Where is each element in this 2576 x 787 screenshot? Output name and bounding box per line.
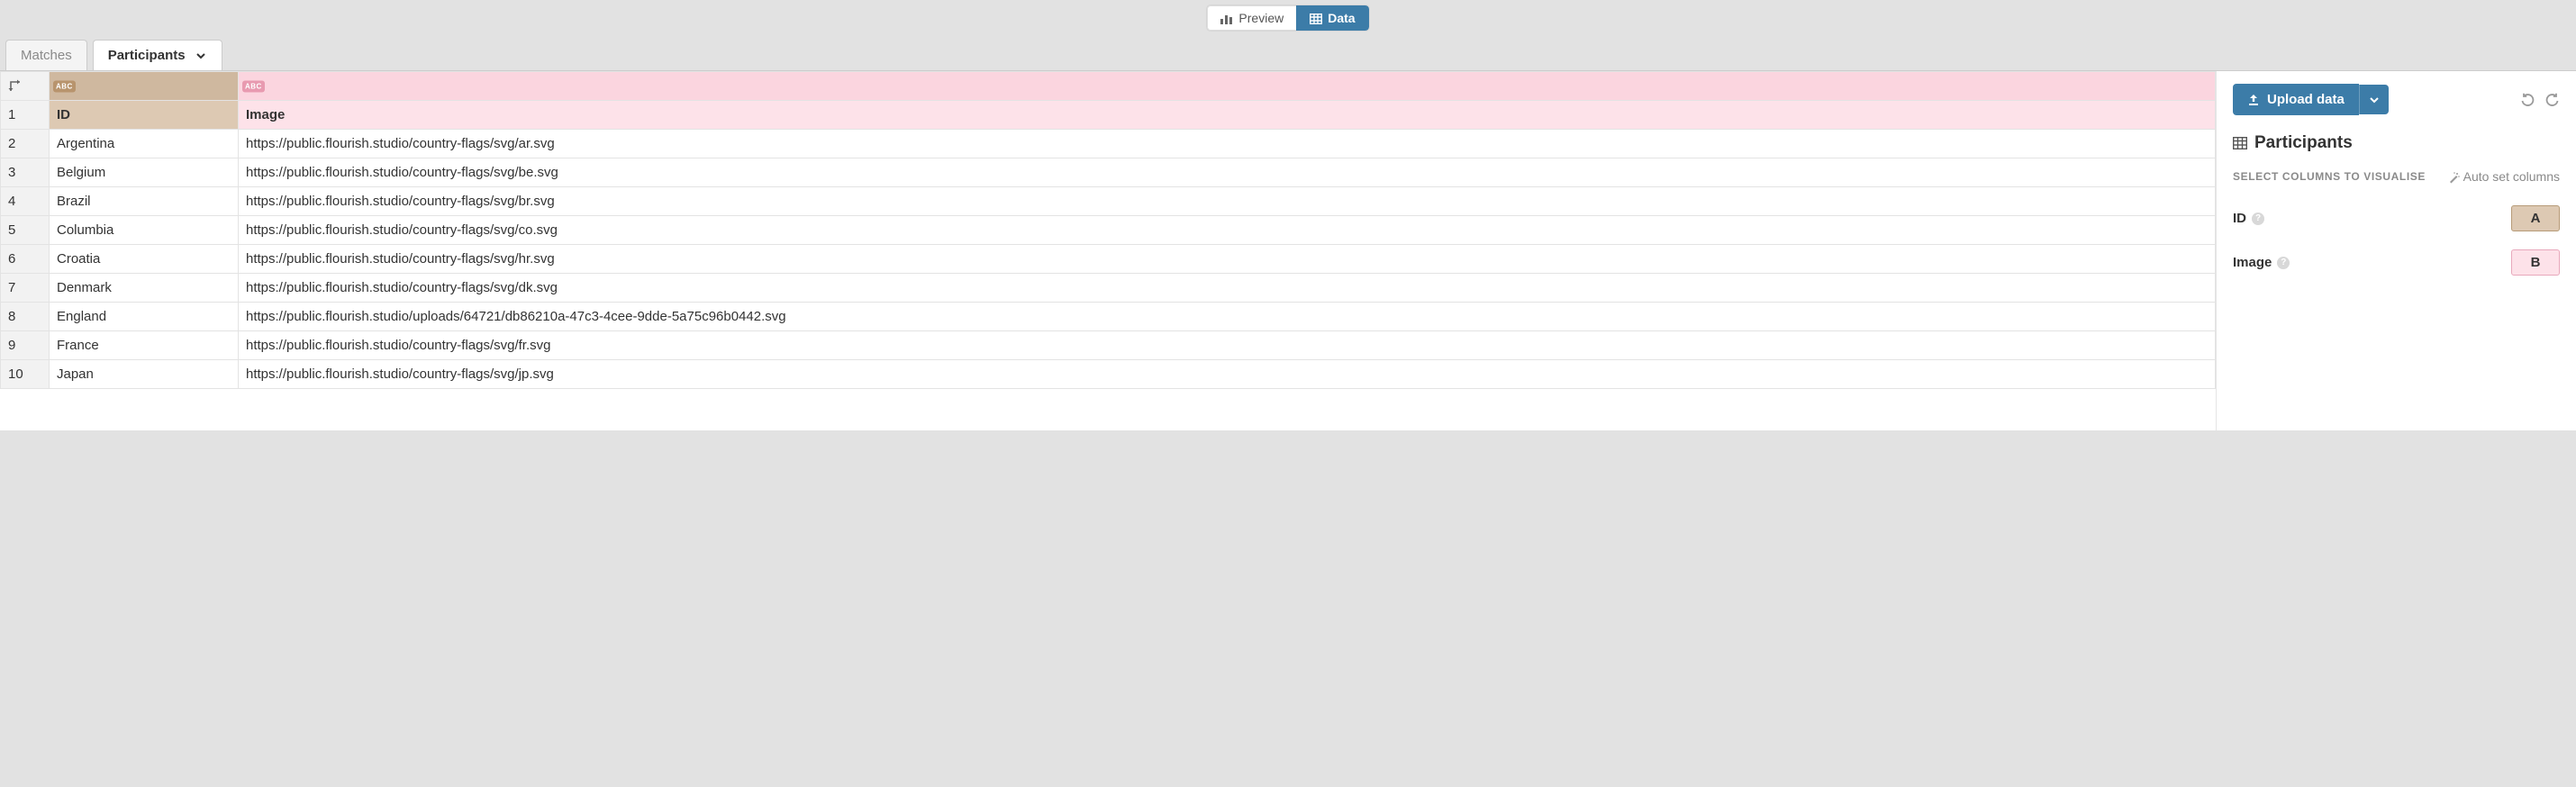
row-number[interactable]: 5 xyxy=(1,216,50,245)
row-number[interactable]: 10 xyxy=(1,360,50,389)
row-number[interactable]: 2 xyxy=(1,130,50,158)
table-row: 9 France https://public.flourish.studio/… xyxy=(1,331,2216,360)
table-row: 6 Croatia https://public.flourish.studio… xyxy=(1,245,2216,274)
select-columns-label: SELECT COLUMNS TO VISUALISE xyxy=(2233,170,2426,183)
panel-title: Participants xyxy=(2233,133,2560,153)
cell[interactable]: France xyxy=(50,331,239,360)
row-number[interactable]: 9 xyxy=(1,331,50,360)
chevron-down-icon xyxy=(2369,93,2380,106)
cell[interactable]: https://public.flourish.studio/country-f… xyxy=(239,130,2216,158)
table-row: 1 ID Image xyxy=(1,101,2216,130)
auto-set-label: Auto set columns xyxy=(2463,169,2560,184)
table-row: 2 Argentina https://public.flourish.stud… xyxy=(1,130,2216,158)
cell[interactable]: https://public.flourish.studio/country-f… xyxy=(239,360,2216,389)
chevron-down-icon[interactable] xyxy=(195,50,207,62)
tab-matches-label: Matches xyxy=(21,48,72,63)
redo-icon[interactable] xyxy=(2545,92,2560,107)
topbar: Preview Data xyxy=(0,0,2576,40)
upload-data-button[interactable]: Upload data xyxy=(2233,84,2359,115)
cell[interactable]: https://public.flourish.studio/country-f… xyxy=(239,187,2216,216)
spreadsheet[interactable]: ABC A ABC B 1 ID Image 2 Argent xyxy=(0,71,2216,430)
table-row: 8 England https://public.flourish.studio… xyxy=(1,303,2216,331)
magic-wand-icon xyxy=(2448,169,2460,184)
binding-image-label-wrap: Image ? xyxy=(2233,255,2290,270)
workspace: ABC A ABC B 1 ID Image 2 Argent xyxy=(0,70,2576,430)
row-number[interactable]: 7 xyxy=(1,274,50,303)
cell[interactable]: https://public.flourish.studio/country-f… xyxy=(239,158,2216,187)
cell[interactable]: Image xyxy=(239,101,2216,130)
cell[interactable]: https://public.flourish.studio/country-f… xyxy=(239,331,2216,360)
table-row: 3 Belgium https://public.flourish.studio… xyxy=(1,158,2216,187)
type-badge-text-icon: ABC xyxy=(53,80,76,92)
cell[interactable]: https://public.flourish.studio/country-f… xyxy=(239,245,2216,274)
panel-title-text: Participants xyxy=(2254,133,2353,153)
upload-data-caret[interactable] xyxy=(2359,85,2389,114)
tab-matches[interactable]: Matches xyxy=(5,40,87,70)
cell[interactable]: Columbia xyxy=(50,216,239,245)
cell[interactable]: https://public.flourish.studio/country-f… xyxy=(239,216,2216,245)
tab-participants-label: Participants xyxy=(108,48,186,63)
table-row: 7 Denmark https://public.flourish.studio… xyxy=(1,274,2216,303)
help-icon[interactable]: ? xyxy=(2277,257,2290,269)
binding-id: ID ? A xyxy=(2233,196,2560,240)
binding-id-label: ID xyxy=(2233,211,2246,226)
sheet-tabs: Matches Participants xyxy=(0,40,2576,70)
history-controls xyxy=(2520,92,2560,107)
cell[interactable]: Croatia xyxy=(50,245,239,274)
upload-row: Upload data xyxy=(2233,84,2560,115)
row-number[interactable]: 1 xyxy=(1,101,50,130)
cell[interactable]: England xyxy=(50,303,239,331)
chart-icon xyxy=(1220,11,1233,25)
row-number[interactable]: 8 xyxy=(1,303,50,331)
upload-icon xyxy=(2247,92,2260,107)
undo-icon[interactable] xyxy=(2520,92,2535,107)
table-row: 5 Columbia https://public.flourish.studi… xyxy=(1,216,2216,245)
auto-set-columns-button[interactable]: Auto set columns xyxy=(2448,169,2560,184)
preview-button[interactable]: Preview xyxy=(1207,5,1296,31)
row-number[interactable]: 6 xyxy=(1,245,50,274)
type-badge-text-icon: ABC xyxy=(242,80,265,92)
binding-image-column-chip[interactable]: B xyxy=(2511,249,2560,276)
cell[interactable]: Belgium xyxy=(50,158,239,187)
row-number[interactable]: 4 xyxy=(1,187,50,216)
side-panel: Upload data Participants xyxy=(2216,71,2576,430)
data-button[interactable]: Data xyxy=(1296,5,1368,31)
transpose-icon xyxy=(8,78,23,94)
cell[interactable]: ID xyxy=(50,101,239,130)
table-icon xyxy=(2233,133,2247,153)
sheet-table: ABC A ABC B 1 ID Image 2 Argent xyxy=(0,71,2216,389)
table-row: 4 Brazil https://public.flourish.studio/… xyxy=(1,187,2216,216)
table-row: 10 Japan https://public.flourish.studio/… xyxy=(1,360,2216,389)
help-icon[interactable]: ? xyxy=(2252,213,2264,225)
table-icon xyxy=(1310,11,1322,25)
cell[interactable]: Brazil xyxy=(50,187,239,216)
row-number[interactable]: 3 xyxy=(1,158,50,187)
binding-id-column-chip[interactable]: A xyxy=(2511,205,2560,231)
cell[interactable]: https://public.flourish.studio/country-f… xyxy=(239,274,2216,303)
tab-participants[interactable]: Participants xyxy=(93,40,222,70)
column-header-b[interactable]: ABC B xyxy=(239,72,2216,101)
select-all-corner[interactable] xyxy=(1,72,50,101)
preview-label: Preview xyxy=(1238,11,1283,25)
cell[interactable]: Argentina xyxy=(50,130,239,158)
cell[interactable]: Denmark xyxy=(50,274,239,303)
view-toggle: Preview Data xyxy=(1207,5,1368,31)
cell[interactable]: https://public.flourish.studio/uploads/6… xyxy=(239,303,2216,331)
select-columns-row: SELECT COLUMNS TO VISUALISE Auto set col… xyxy=(2233,169,2560,184)
upload-label: Upload data xyxy=(2267,92,2345,107)
cell[interactable]: Japan xyxy=(50,360,239,389)
column-header-a[interactable]: ABC A xyxy=(50,72,239,101)
data-label: Data xyxy=(1328,11,1355,25)
binding-id-label-wrap: ID ? xyxy=(2233,211,2264,226)
binding-image-label: Image xyxy=(2233,255,2272,270)
binding-image: Image ? B xyxy=(2233,240,2560,285)
